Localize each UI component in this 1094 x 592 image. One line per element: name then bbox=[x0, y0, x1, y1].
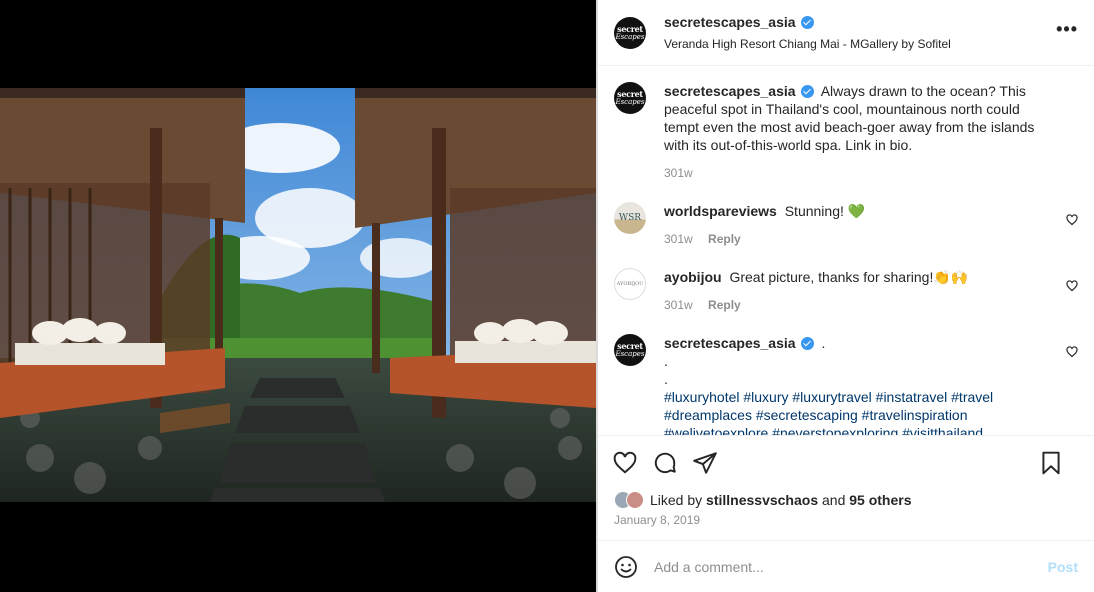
likes-summary: Liked by stillnessvschaos and 95 others bbox=[598, 489, 1094, 511]
timestamp[interactable]: 301w bbox=[664, 232, 693, 246]
location-link[interactable]: Veranda High Resort Chiang Mai - MGaller… bbox=[664, 37, 951, 51]
header-text: secretescapes_asia Veranda High Resort C… bbox=[664, 14, 951, 51]
avatar[interactable]: secret Escapes bbox=[614, 82, 646, 114]
likes-and: and bbox=[822, 492, 846, 508]
hashtag-line[interactable]: #luxuryhotel #luxury #luxurytravel #inst… bbox=[664, 388, 1056, 406]
hashtag-line[interactable]: #dreamplaces #secretescaping #travelinsp… bbox=[664, 406, 1056, 424]
comment-meta: 301w Reply bbox=[664, 296, 1056, 314]
avatar[interactable]: secret Escapes bbox=[614, 16, 646, 49]
post-date[interactable]: January 8, 2019 bbox=[598, 511, 1094, 537]
avatar[interactable] bbox=[626, 491, 644, 509]
post-media bbox=[0, 0, 596, 592]
comment-text: Great picture, thanks for sharing!👏🙌 bbox=[729, 269, 969, 285]
post-dialog: secret Escapes secretescapes_asia Verand… bbox=[0, 0, 1094, 592]
comment-body: ayobijou Great picture, thanks for shari… bbox=[664, 268, 1056, 314]
comment-text: Stunning! 💚 bbox=[784, 203, 866, 219]
timestamp[interactable]: 301w bbox=[664, 298, 693, 312]
avatar-text: Escapes bbox=[615, 32, 645, 41]
avatar[interactable]: AYOBIJOU bbox=[614, 268, 646, 300]
emoji-icon[interactable] bbox=[614, 555, 638, 579]
list-item: secret Escapes secretescapes_asia . . . … bbox=[614, 334, 1078, 435]
liker-username[interactable]: stillnessvschaos bbox=[706, 492, 818, 508]
comment-body: secretescapes_asia . . . #luxuryhotel #l… bbox=[664, 334, 1056, 435]
list-item: AYOBIJOU ayobijou Great picture, thanks … bbox=[614, 268, 1078, 314]
comment-input[interactable] bbox=[654, 558, 1048, 575]
add-comment-bar: Post bbox=[598, 540, 1094, 592]
verified-badge-icon bbox=[800, 15, 814, 29]
caption-body: secretescapes_asia Always drawn to the o… bbox=[664, 82, 1056, 182]
avatar[interactable]: WSR bbox=[614, 202, 646, 234]
avatar[interactable]: secret Escapes bbox=[614, 334, 646, 366]
comment-username[interactable]: ayobijou bbox=[664, 268, 722, 286]
post-actions bbox=[598, 435, 1094, 489]
avatar-text: AYOBIJOU bbox=[616, 281, 644, 287]
username-label[interactable]: secretescapes_asia bbox=[664, 82, 796, 100]
reply-button[interactable]: Reply bbox=[708, 232, 741, 246]
post-details-panel: secret Escapes secretescapes_asia Verand… bbox=[598, 0, 1094, 592]
avatar-text: secret bbox=[617, 89, 643, 99]
caption-meta: 301w bbox=[664, 164, 1056, 182]
bookmark-save-icon[interactable] bbox=[1038, 450, 1064, 476]
caption: secret Escapes secretescapes_asia Always… bbox=[614, 82, 1078, 182]
verified-badge-icon bbox=[800, 336, 814, 350]
comment-line: . bbox=[664, 371, 668, 387]
comment-body: worldspareviews Stunning! 💚 301w Reply bbox=[664, 202, 1056, 248]
avatar-text: WSR bbox=[618, 213, 642, 223]
username-label[interactable]: secretescapes_asia bbox=[664, 334, 796, 352]
post-comment-button[interactable]: Post bbox=[1048, 559, 1078, 575]
hashtag-line[interactable]: #welivetoexplore #neverstopexploring #vi… bbox=[664, 424, 1056, 435]
comment-username[interactable]: secretescapes_asia bbox=[664, 334, 814, 352]
avatar-text: secret bbox=[617, 23, 643, 34]
username-label[interactable]: secretescapes_asia bbox=[664, 14, 796, 30]
timestamp[interactable]: 301w bbox=[664, 166, 693, 180]
avatar-text: secret bbox=[617, 341, 643, 351]
comment-meta: 301w Reply bbox=[664, 230, 1056, 248]
post-header: secret Escapes secretescapes_asia Verand… bbox=[598, 0, 1094, 66]
reply-button[interactable]: Reply bbox=[708, 298, 741, 312]
like-comment-heart-icon[interactable] bbox=[1066, 214, 1078, 226]
like-comment-heart-icon[interactable] bbox=[1066, 280, 1078, 292]
likes-others-link[interactable]: 95 others bbox=[849, 492, 911, 508]
avatar-text: Escapes bbox=[615, 98, 645, 106]
like-heart-icon[interactable] bbox=[612, 450, 638, 476]
caption-username[interactable]: secretescapes_asia bbox=[664, 82, 814, 100]
comment-bubble-icon[interactable] bbox=[652, 450, 678, 476]
comment-username[interactable]: worldspareviews bbox=[664, 202, 777, 220]
comments-list[interactable]: secret Escapes secretescapes_asia Always… bbox=[598, 66, 1094, 435]
likes-prefix: Liked by bbox=[650, 492, 703, 508]
liker-avatars[interactable] bbox=[614, 491, 644, 509]
list-item: WSR worldspareviews Stunning! 💚 301w Rep… bbox=[614, 202, 1078, 248]
header-username[interactable]: secretescapes_asia bbox=[664, 14, 814, 30]
post-photo[interactable] bbox=[0, 88, 596, 502]
like-comment-heart-icon[interactable] bbox=[1066, 346, 1078, 358]
avatar-text: Escapes bbox=[615, 350, 645, 358]
more-options-icon[interactable]: ••• bbox=[1056, 20, 1078, 38]
comment-text: . bbox=[821, 335, 826, 351]
share-send-icon[interactable] bbox=[692, 450, 718, 476]
verified-badge-icon bbox=[800, 84, 814, 98]
comment-line: . bbox=[664, 353, 668, 369]
